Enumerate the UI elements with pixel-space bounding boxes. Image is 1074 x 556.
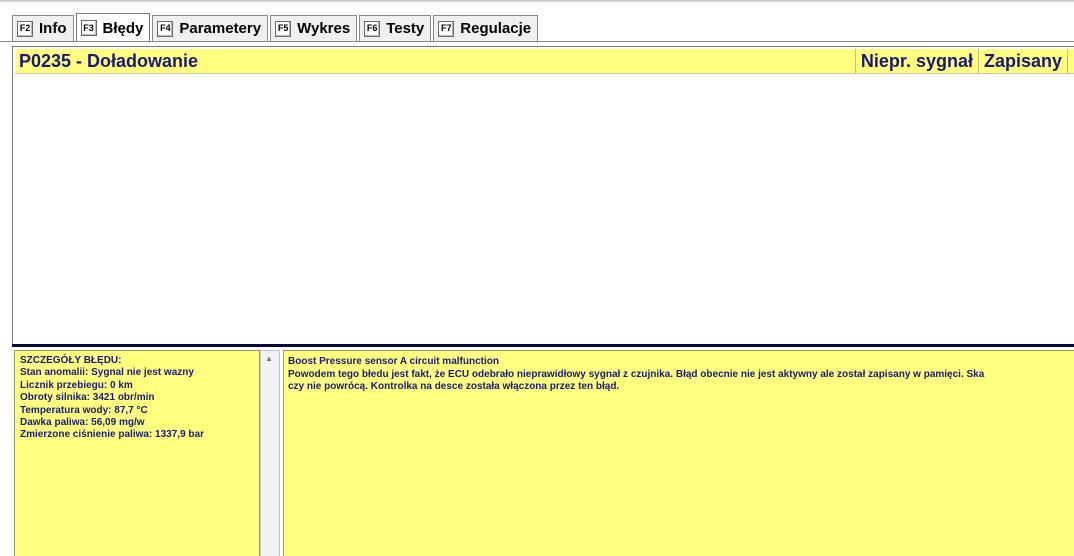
detail-line: Dawka paliwa: 56,09 mg/w [20, 417, 145, 429]
tab-label: Info [39, 20, 67, 37]
detail-line: Zmierzone ciśnienie paliwa: 1337,9 bar [20, 429, 204, 441]
description-line: Boost Pressure sensor A circuit malfunct… [288, 356, 499, 367]
tab-bar: F2 Info F3 Błędy F4 Parametery F5 Wykres… [12, 13, 540, 42]
error-row[interactable]: P0235 - Doładowanie Niepr. sygnał Zapisa… [15, 49, 1074, 74]
tab-info[interactable]: F2 Info [12, 15, 74, 41]
tab-label: Parametery [179, 20, 262, 37]
f3-key-icon: F3 [80, 20, 97, 36]
f4-key-icon: F4 [157, 20, 174, 37]
detail-line: Stan anomalii: Sygnal nie jest wazny [20, 367, 194, 379]
detail-line: Temperatura wody: 87,7 °C [20, 404, 148, 416]
tab-label: Błędy [102, 19, 144, 37]
tab-adjustments[interactable]: F7 Regulacje [433, 15, 539, 41]
description-line: Powodem tego błedu jest fakt, że ECU ode… [288, 368, 985, 380]
detail-line: Licznik przebiegu: 0 km [20, 379, 133, 391]
description-line: czy nie powrócą. Kontrolka na desce zost… [288, 381, 620, 393]
error-signal: Niepr. sygnał [854, 49, 978, 73]
error-status: Zapisany [977, 49, 1067, 73]
panel-divider [12, 344, 1074, 347]
error-list-panel: P0235 - Doładowanie Niepr. sygnał Zapisa… [12, 46, 1074, 346]
details-scrollbar[interactable]: ▲ [260, 350, 280, 556]
tab-parameters[interactable]: F4 Parametery [152, 15, 269, 41]
scroll-up-arrow-icon[interactable]: ▲ [265, 354, 273, 363]
error-description-pane: Boost Pressure sensor A circuit malfunct… [283, 350, 1074, 556]
f7-key-icon: F7 [438, 20, 455, 37]
error-extra-column [1067, 49, 1074, 73]
error-code: P0235 - Doładowanie [19, 50, 199, 71]
details-title: SZCZEGÓŁY BŁĘDU: [20, 355, 122, 366]
window-top-border [0, 0, 1074, 2]
tab-label: Regulacje [460, 20, 532, 37]
f5-key-icon: F5 [275, 20, 292, 37]
tab-bar-baseline [0, 41, 1074, 42]
tab-label: Wykres [297, 20, 351, 37]
tab-tests[interactable]: F6 Testy [359, 15, 432, 41]
error-details-pane: SZCZEGÓŁY BŁĘDU: Stan anomalii: Sygnal n… [14, 350, 260, 556]
tab-label: Testy [386, 20, 425, 37]
tab-chart[interactable]: F5 Wykres [270, 15, 358, 41]
f2-key-icon: F2 [17, 20, 33, 37]
f6-key-icon: F6 [364, 20, 381, 37]
detail-line: Obroty silnika: 3421 obr/min [20, 392, 155, 404]
tab-errors[interactable]: F3 Błędy [75, 13, 151, 42]
